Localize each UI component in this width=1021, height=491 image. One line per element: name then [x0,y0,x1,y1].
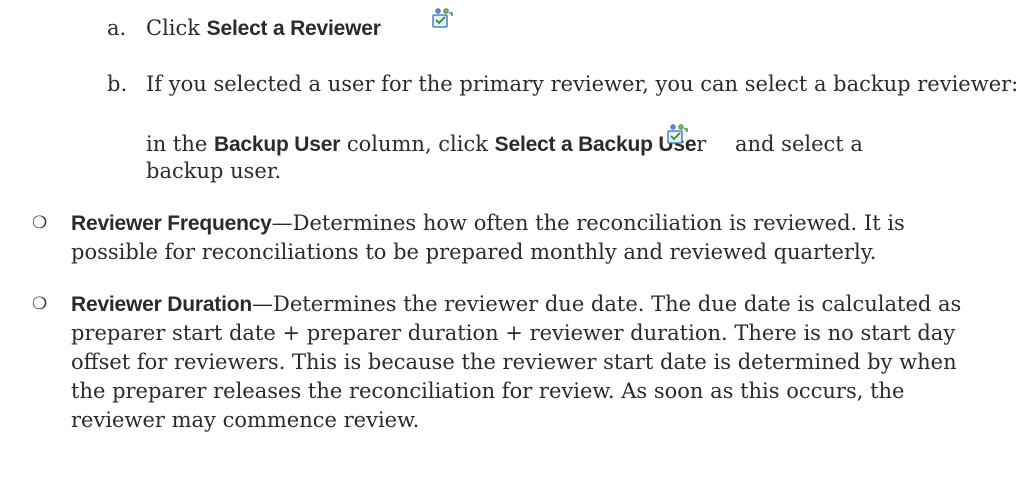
reviewer-duration-line-1: Reviewer Duration—Determines the reviewe… [71,290,961,319]
step-b-after: r [696,132,707,156]
step-a-marker: a. [107,16,127,40]
bullet-marker: ❍ [32,213,48,233]
reviewer-frequency-line-2: possible for reconciliations to be prepa… [71,240,877,264]
select-user-icon[interactable] [431,7,453,29]
reviewer-duration-desc: —Determines the reviewer due date. The d… [252,292,962,316]
step-b-end: and select a [735,132,863,156]
bullet-marker: ❍ [32,294,48,314]
reviewer-duration-term: Reviewer Duration [71,293,252,316]
step-b-mid: column, click [340,132,495,156]
step-b-pre: in the [146,132,214,156]
reviewer-duration-line-5: reviewer may commence review. [71,408,420,432]
step-a-text: Click [146,16,207,40]
reviewer-frequency-line-1: Reviewer Frequency—Determines how often … [71,209,905,238]
reviewer-duration-line-2: preparer start date + preparer duration … [71,321,956,345]
reviewer-frequency-term: Reviewer Frequency [71,212,272,235]
select-reviewer-label: Select a Reviewer [206,17,381,40]
step-b-line-2: in the Backup User column, click Select … [146,130,706,159]
select-backup-user-icon[interactable] [666,123,688,145]
reviewer-duration-line-3: offset for reviewers. This is because th… [71,350,957,374]
step-a-line: Click Select a Reviewer [146,14,381,43]
step-b-marker: b. [107,72,128,96]
backup-user-column-label: Backup User [213,133,341,156]
step-b-line-3: backup user. [146,159,282,183]
reviewer-duration-line-4: the preparer releases the reconciliation… [71,379,905,403]
reviewer-frequency-desc: —Determines how often the reconciliation… [271,211,905,235]
step-b-line-1: If you selected a user for the primary r… [146,72,1019,96]
